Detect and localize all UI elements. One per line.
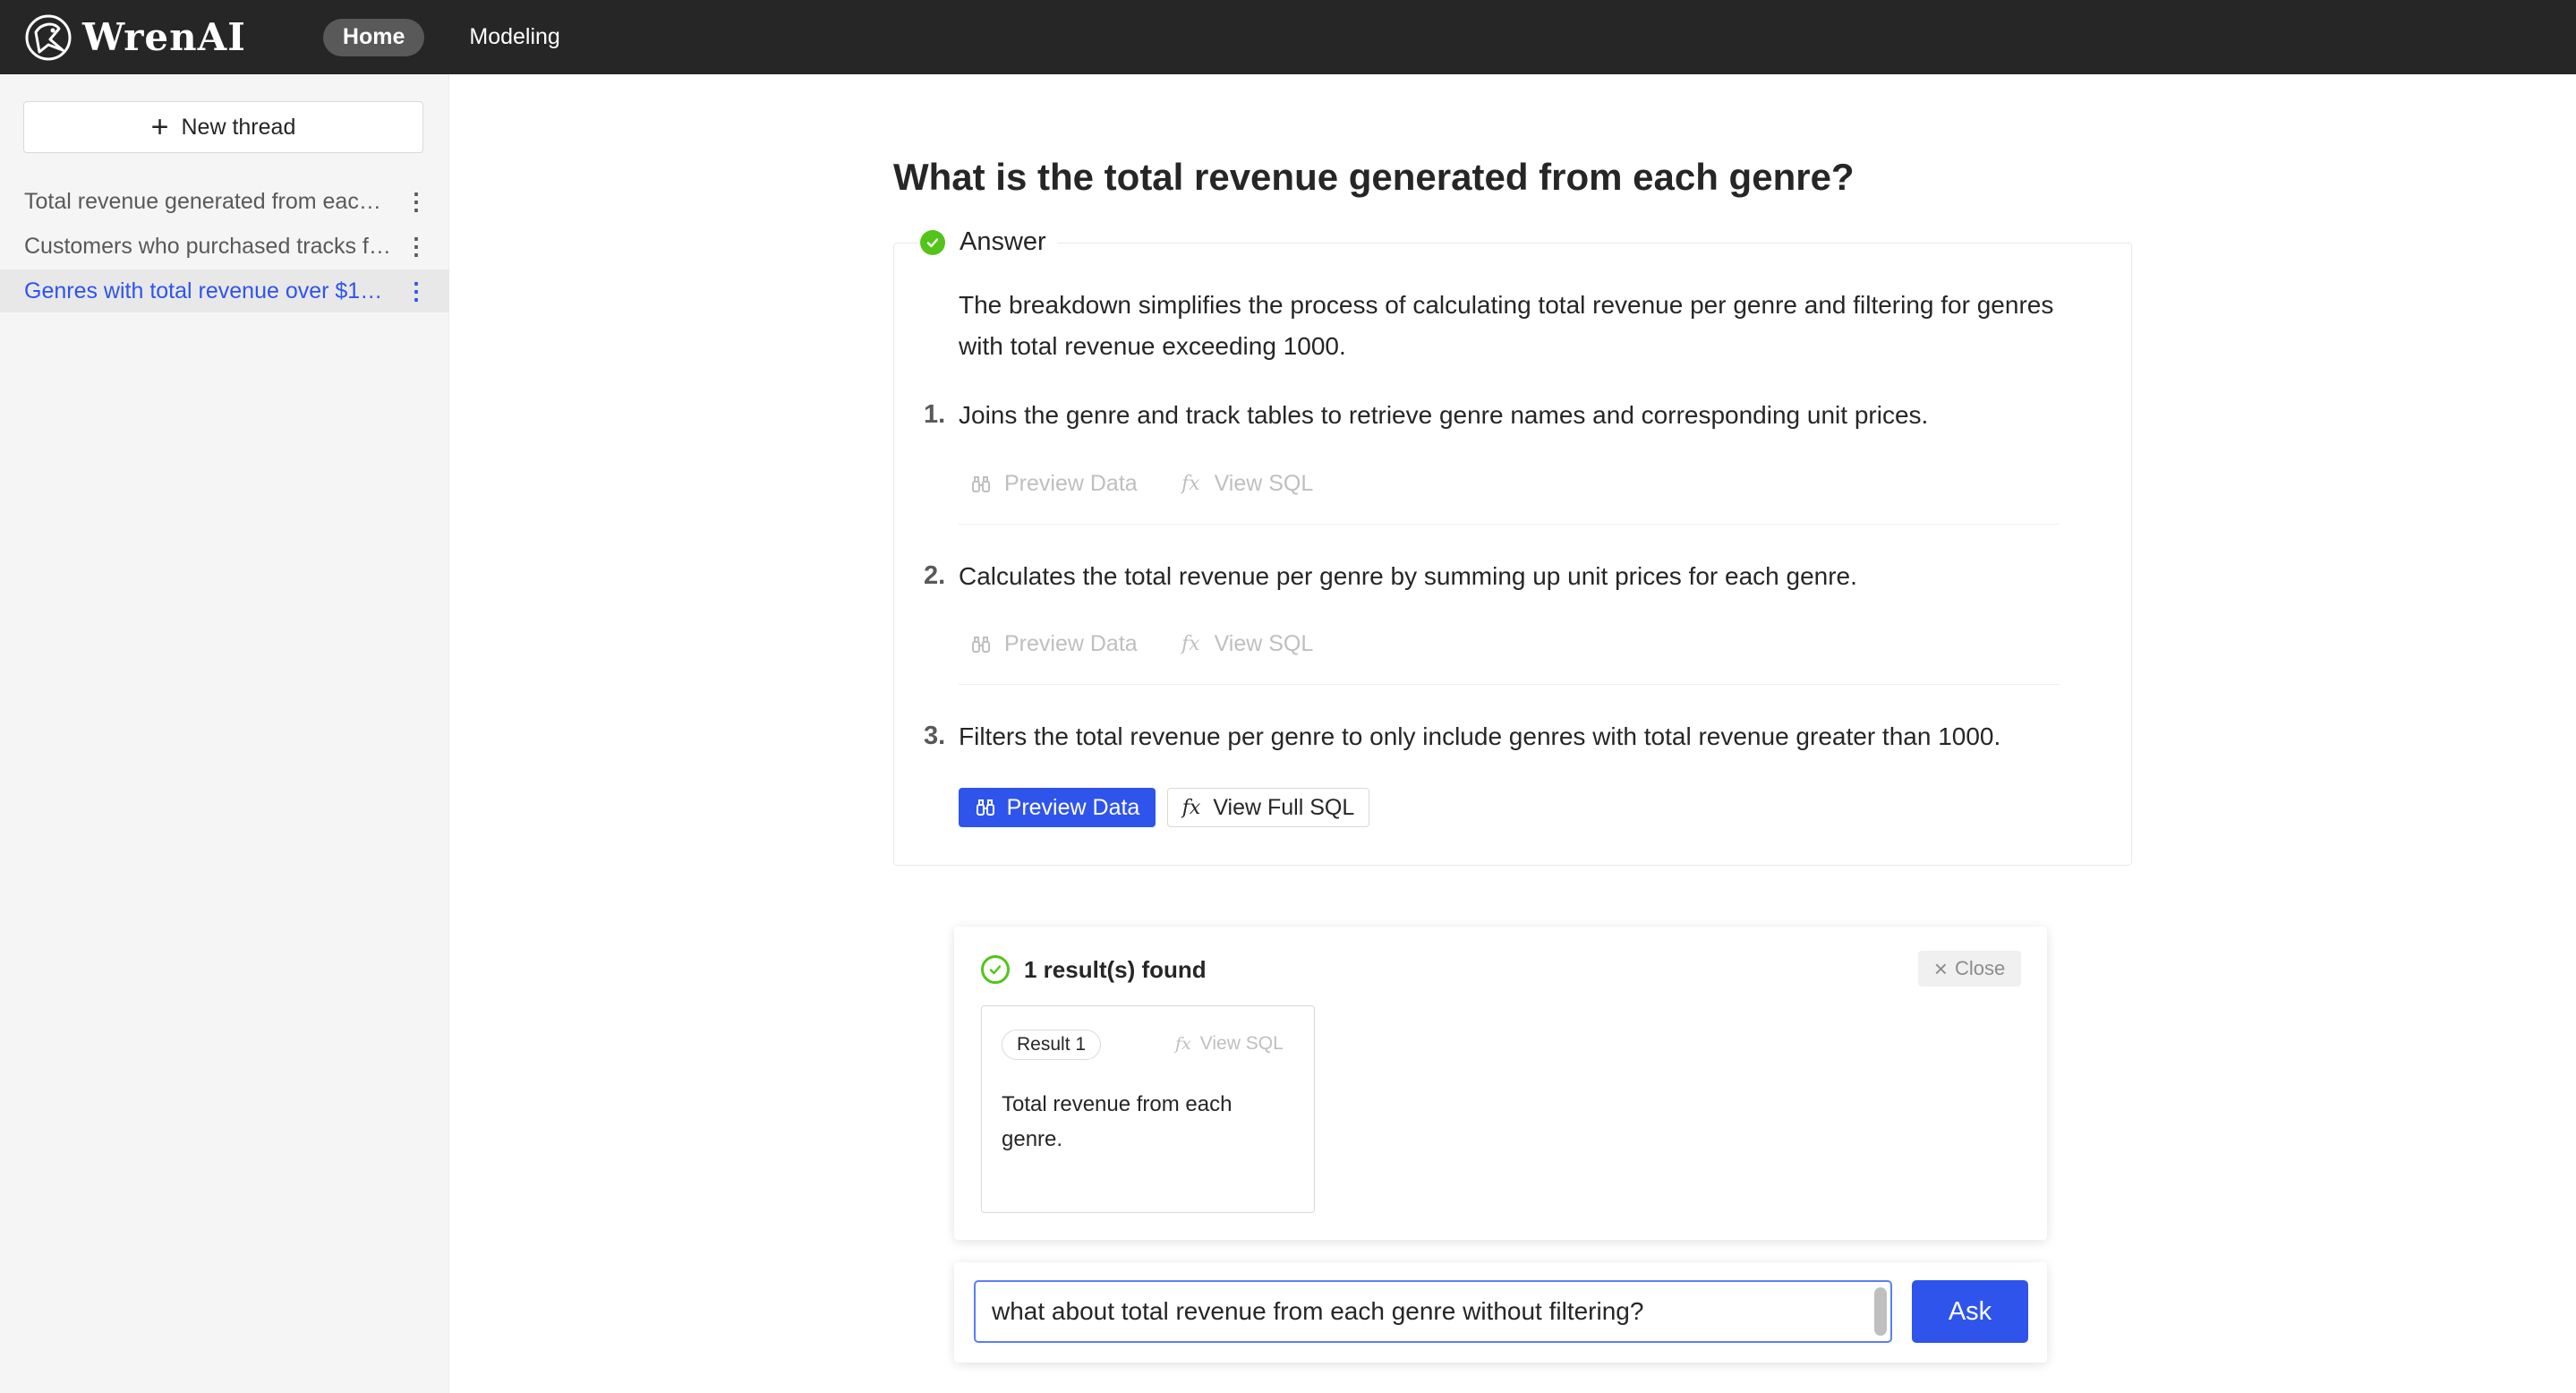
wrenai-logo[interactable]: WrenAI	[23, 13, 246, 63]
preview-data-button[interactable]: Preview Data	[970, 471, 1138, 497]
result-description: Total revenue from each genre.	[1002, 1092, 1233, 1151]
preview-data-label: Preview Data	[1004, 471, 1138, 496]
result-tag: Result 1	[1002, 1030, 1102, 1060]
function-icon: fx	[1181, 796, 1201, 819]
new-thread-button[interactable]: + New thread	[23, 101, 423, 153]
answer-legend: Answer	[918, 227, 1057, 257]
ask-panel: Ask	[954, 1262, 2047, 1363]
view-sql-label: View SQL	[1214, 471, 1314, 496]
results-header: 1 result(s) found	[981, 955, 1207, 984]
close-results-button[interactable]: × Close	[1918, 951, 2021, 987]
nav-modeling[interactable]: Modeling	[449, 19, 579, 56]
question-title: What is the total revenue generated from…	[893, 156, 1855, 198]
answer-summary: The breakdown simplifies the process of …	[959, 291, 2054, 360]
step-text: Calculates the total revenue per genre b…	[959, 562, 1857, 590]
preview-data-label: Preview Data	[1006, 794, 1140, 820]
close-label: Close	[1954, 957, 2006, 979]
more-options-icon[interactable]: ⋮	[405, 188, 428, 216]
result-view-sql-button[interactable]: fx View SQL	[1175, 1033, 1284, 1055]
view-sql-button[interactable]: fx View SQL	[1181, 631, 1313, 657]
view-full-sql-label: View Full SQL	[1213, 794, 1355, 820]
close-icon: ×	[1933, 954, 1948, 982]
step-number: 3.	[924, 722, 946, 750]
view-sql-label: View SQL	[1214, 631, 1314, 656]
preview-data-button[interactable]: Preview Data	[970, 631, 1138, 657]
brand-name: WrenAI	[82, 15, 246, 59]
binoculars-icon	[972, 475, 990, 492]
result-card[interactable]: Result 1 fx View SQL Total revenue from …	[981, 1005, 1315, 1213]
nav-home[interactable]: Home	[322, 18, 425, 56]
results-panel: 1 result(s) found × Close Result 1 fx Vi…	[954, 927, 2047, 1240]
top-navigation-bar: WrenAI Home Modeling	[0, 0, 2576, 74]
step-text: Joins the genre and track tables to retr…	[959, 401, 1929, 429]
result-view-sql-label: View SQL	[1199, 1033, 1284, 1054]
ask-input[interactable]	[974, 1280, 1892, 1343]
answer-legend-label: Answer	[960, 227, 1046, 256]
step-number: 1.	[924, 400, 946, 429]
step-divider	[959, 684, 2060, 685]
view-full-sql-button[interactable]: fx View Full SQL	[1167, 788, 1369, 827]
view-sql-button[interactable]: fx View SQL	[1181, 471, 1313, 497]
more-options-icon[interactable]: ⋮	[405, 233, 428, 261]
preview-data-button-primary[interactable]: Preview Data	[959, 788, 1156, 827]
sidebar: + New thread Total revenue generated fro…	[0, 74, 449, 1393]
function-icon: fx	[1181, 473, 1200, 495]
thread-item-label: Total revenue generated from each genre	[24, 188, 393, 214]
thread-item-label: Genres with total revenue over $1000	[24, 278, 393, 303]
results-count: 1 result(s) found	[1024, 955, 1207, 983]
thread-item[interactable]: Customers who purchased tracks from each…	[0, 225, 449, 268]
binoculars-icon	[972, 636, 990, 653]
wren-bird-icon	[25, 14, 72, 60]
step-number: 2.	[924, 561, 946, 590]
thread-item-active[interactable]: Genres with total revenue over $1000 ⋮	[0, 269, 449, 312]
function-icon: fx	[1175, 1034, 1191, 1054]
new-thread-label: New thread	[181, 114, 296, 140]
input-scrollbar[interactable]	[1874, 1287, 1887, 1336]
more-options-icon[interactable]: ⋮	[405, 278, 428, 305]
ask-button[interactable]: Ask	[1912, 1280, 2028, 1343]
plus-icon: +	[150, 110, 169, 144]
check-circle-icon	[981, 955, 1010, 984]
thread-item[interactable]: Total revenue generated from each genre …	[0, 180, 449, 223]
preview-data-label: Preview Data	[1004, 631, 1138, 656]
success-check-icon	[920, 229, 945, 255]
thread-item-label: Customers who purchased tracks from each…	[24, 233, 393, 259]
step-divider	[959, 524, 2060, 525]
function-icon: fx	[1181, 633, 1200, 655]
binoculars-icon	[976, 799, 994, 816]
step-text: Filters the total revenue per genre to o…	[959, 722, 2001, 750]
